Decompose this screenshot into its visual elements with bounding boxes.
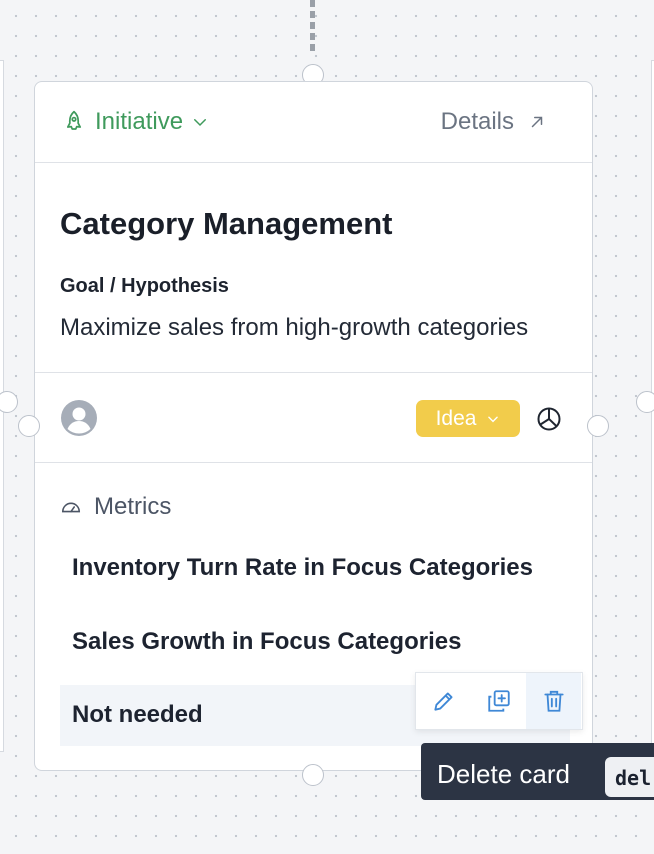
right-connection-handle[interactable] — [587, 415, 609, 437]
chevron-down-icon — [194, 119, 207, 127]
delete-button[interactable] — [526, 673, 581, 729]
shortcut-key: del — [605, 757, 654, 797]
metric-row-actions — [415, 672, 583, 730]
right-neighbor-handle[interactable] — [636, 391, 654, 413]
card-type-dropdown[interactable]: Initiative — [61, 108, 209, 136]
left-neighbor-handle[interactable] — [0, 391, 18, 413]
trash-icon — [543, 690, 564, 712]
divider — [35, 462, 592, 463]
edit-button[interactable] — [416, 673, 471, 729]
metric-item[interactable]: Inventory Turn Rate in Focus Categories — [72, 554, 533, 582]
goal-label: Goal / Hypothesis — [60, 275, 229, 297]
card-type-label: Initiative — [95, 108, 184, 135]
external-link-icon — [531, 116, 543, 128]
delete-tooltip: Delete card del — [421, 743, 654, 800]
avatar-icon[interactable] — [61, 400, 97, 436]
edit-icon — [433, 692, 453, 711]
connector-line — [310, 0, 315, 54]
rocket-icon — [66, 110, 82, 130]
card-title[interactable]: Category Management — [60, 206, 392, 242]
tooltip-text: Delete card — [437, 759, 570, 789]
left-connection-handle[interactable] — [18, 415, 40, 437]
bottom-connection-handle[interactable] — [302, 764, 324, 786]
duplicate-button[interactable] — [471, 673, 526, 729]
metrics-label: Metrics — [94, 493, 172, 520]
metric-item[interactable]: Sales Growth in Focus Categories — [72, 628, 461, 656]
duplicate-icon — [487, 690, 510, 712]
details-label: Details — [440, 108, 514, 135]
progress-pie-icon[interactable] — [535, 405, 563, 433]
initiative-card[interactable]: Initiative Details Category Management G… — [34, 81, 593, 771]
gauge-icon — [61, 502, 81, 513]
metrics-heading: Metrics — [60, 493, 171, 521]
card-header: Initiative Details — [35, 82, 592, 163]
status-dropdown[interactable]: Idea — [416, 400, 520, 437]
status-label: Idea — [435, 406, 477, 430]
details-link[interactable]: Details — [441, 108, 546, 136]
metric-item[interactable]: Not needed — [72, 701, 203, 729]
goal-text[interactable]: Maximize sales from high-growth categori… — [60, 314, 528, 342]
chevron-down-icon — [488, 416, 499, 422]
divider — [35, 372, 592, 373]
